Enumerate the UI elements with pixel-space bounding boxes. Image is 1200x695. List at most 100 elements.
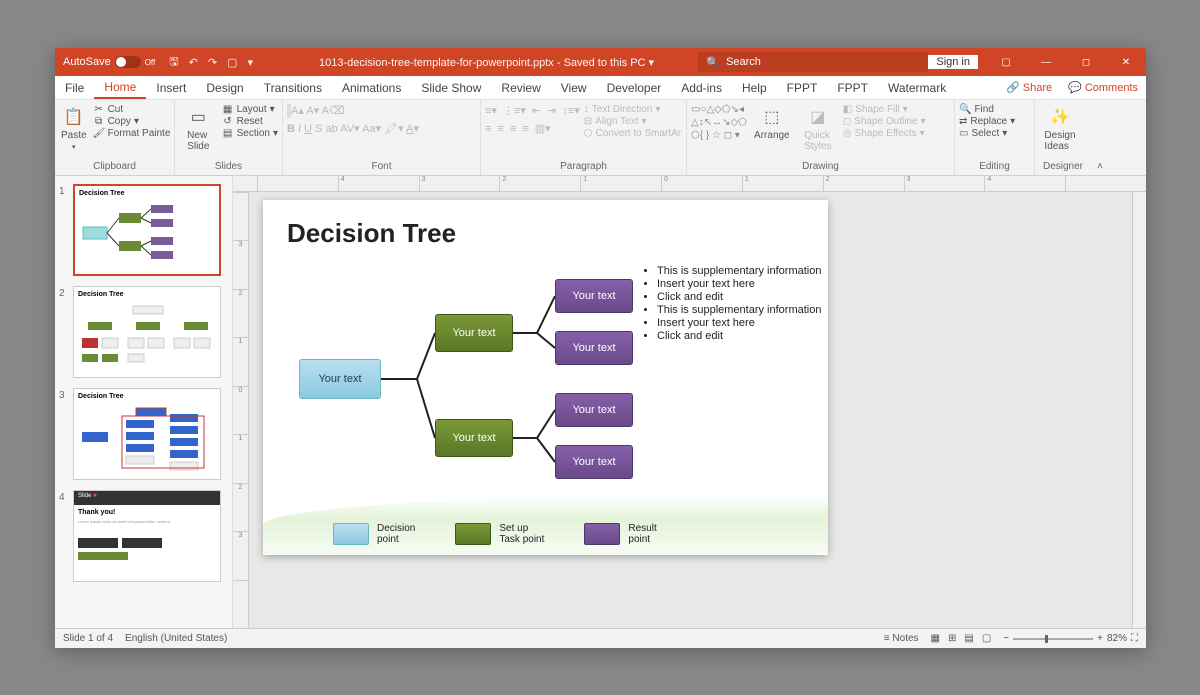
layout-button[interactable]: ▦Layout ▾ [222,104,278,115]
slideshow-view-icon[interactable]: ▢ [982,633,991,644]
notes-button[interactable]: ≡ Notes [884,633,919,644]
zoom-level[interactable]: 82% [1107,633,1127,644]
strike-icon[interactable]: S [315,123,322,135]
align-left-icon[interactable]: ≡ [485,123,491,135]
shapes-gallery[interactable]: ▭○△◇⬠↘◂ △↕↖↔↘◇⬠ ⬡{ } ☆ ◻ ▾ [691,104,747,142]
tab-addins[interactable]: Add-ins [671,76,732,99]
case-icon[interactable]: Aa▾ [362,123,381,135]
leaf-node-1[interactable]: Your text [555,279,633,313]
leaf-node-3[interactable]: Your text [555,393,633,427]
ribbon-mode-icon[interactable]: ▢ [986,48,1026,76]
italic-icon[interactable]: I [298,123,301,135]
align-center-icon[interactable]: ≡ [497,123,503,135]
autosave-toggle[interactable]: AutoSave Off [55,56,163,68]
find-button[interactable]: 🔍 Find [959,104,1015,115]
cut-button[interactable]: ✂Cut [93,104,170,115]
columns-icon[interactable]: ▥▾ [535,122,551,135]
tab-fppt1[interactable]: FPPT [777,76,828,99]
shape-fill-button[interactable]: ◧ Shape Fill ▾ [843,104,926,115]
undo-icon[interactable]: ↶ [189,56,198,69]
close-icon[interactable]: ✕ [1106,48,1146,76]
comments-button[interactable]: 💬 Comments [1060,81,1146,94]
slide-canvas[interactable]: Decision Tree Your text Your text Yo [263,200,828,555]
highlight-icon[interactable]: 🖍▾ [384,123,404,135]
tab-fppt2[interactable]: FPPT [827,76,878,99]
indent-right-icon[interactable]: ⇥ [547,104,556,117]
tab-design[interactable]: Design [196,76,253,99]
tab-home[interactable]: Home [94,76,146,99]
vertical-ruler[interactable]: 3210123 [233,192,249,628]
smartart-button[interactable]: ⬡ Convert to SmartArt ▾ [584,128,682,139]
tab-developer[interactable]: Developer [597,76,672,99]
thumbnail-4[interactable]: 4 Slide ■ Thank you! Lorem ipsum dolor s… [73,490,226,582]
tab-help[interactable]: Help [732,76,777,99]
bullet-item[interactable]: Insert your text here [657,278,821,290]
replace-button[interactable]: ⇄ Replace ▾ [959,116,1015,127]
tab-view[interactable]: View [551,76,597,99]
format-painter-button[interactable]: 🖌Format Painter [93,128,170,139]
save-icon[interactable]: 🖫 [169,53,178,72]
paste-button[interactable]: 📋Paste▾ [59,104,89,153]
signin-button[interactable]: Sign in [928,55,978,69]
bold-icon[interactable]: B [287,123,295,135]
autosave-switch[interactable] [115,56,141,68]
sorter-view-icon[interactable]: ⊞ [948,633,956,644]
share-button[interactable]: 🔗 Share [998,81,1060,94]
justify-icon[interactable]: ≡ [522,123,528,135]
reset-button[interactable]: ↺Reset [222,116,278,127]
increase-font-icon[interactable]: A▴ [291,105,304,117]
line-spacing-icon[interactable]: ↕≡▾ [562,104,579,117]
zoom-slider[interactable] [1013,638,1093,640]
zoom-control[interactable]: − + 82% ⛶ [1003,633,1138,644]
qat-dropdown-icon[interactable]: ▾ [247,56,253,69]
slideshow-icon[interactable]: ▢ [227,56,237,69]
indent-left-icon[interactable]: ⇤ [532,104,541,117]
underline-icon[interactable]: U [304,123,312,135]
arrange-button[interactable]: ⬚Arrange [751,104,793,143]
maximize-icon[interactable]: ◻ [1066,48,1106,76]
tab-slideshow[interactable]: Slide Show [411,76,491,99]
shape-outline-button[interactable]: ◻ Shape Outline ▾ [843,116,926,127]
spacing-icon[interactable]: AV▾ [340,123,359,135]
language-status[interactable]: English (United States) [125,633,227,644]
slide-counter[interactable]: Slide 1 of 4 [63,633,113,644]
select-button[interactable]: ▭ Select ▾ [959,128,1015,139]
tab-review[interactable]: Review [491,76,550,99]
tab-watermark[interactable]: Watermark [878,76,956,99]
legend[interactable]: Decision point Set up Task point Result … [333,523,657,545]
branch-node-1[interactable]: Your text [435,314,513,352]
clear-formatting-icon[interactable]: A⌫ [322,105,345,117]
section-button[interactable]: ▤Section ▾ [222,128,278,139]
new-slide-button[interactable]: ▭New Slide [179,104,218,154]
bullet-item[interactable]: Insert your text here [657,317,821,329]
redo-icon[interactable]: ↷ [208,56,217,69]
collapse-ribbon-icon[interactable]: ˄ [1097,161,1103,172]
shadow-icon[interactable]: ab [326,123,338,135]
tab-file[interactable]: File [55,76,94,99]
thumbnail-2[interactable]: 2 Decision Tree [73,286,226,378]
shape-effects-button[interactable]: ◎ Shape Effects ▾ [843,128,926,139]
numbering-icon[interactable]: ⋮≡▾ [503,104,526,117]
reading-view-icon[interactable]: ▤ [964,633,973,644]
fit-window-icon[interactable]: ⛶ [1131,633,1138,644]
copy-button[interactable]: ⧉Copy ▾ [93,116,170,127]
align-right-icon[interactable]: ≡ [510,123,516,135]
text-direction-button[interactable]: ↕ Text Direction ▾ [584,104,682,115]
bullet-list[interactable]: This is supplementary information Insert… [643,265,821,343]
bullet-item[interactable]: Click and edit [657,330,821,342]
leaf-node-2[interactable]: Your text [555,331,633,365]
normal-view-icon[interactable]: ▦ [931,633,940,644]
vertical-scrollbar[interactable] [1132,192,1146,628]
zoom-out-icon[interactable]: − [1003,633,1009,644]
tab-insert[interactable]: Insert [146,76,196,99]
font-color-icon[interactable]: A▾ [406,123,419,135]
slide-title[interactable]: Decision Tree [287,218,804,249]
bullet-item[interactable]: This is supplementary information [657,304,821,316]
quick-styles-button[interactable]: ◪Quick Styles [797,104,839,154]
branch-node-2[interactable]: Your text [435,419,513,457]
thumbnail-3[interactable]: 3 Decision Tree [73,388,226,480]
search-box[interactable]: 🔍 Search [698,52,928,72]
root-node[interactable]: Your text [299,359,381,399]
decrease-font-icon[interactable]: A▾ [306,105,319,117]
leaf-node-4[interactable]: Your text [555,445,633,479]
